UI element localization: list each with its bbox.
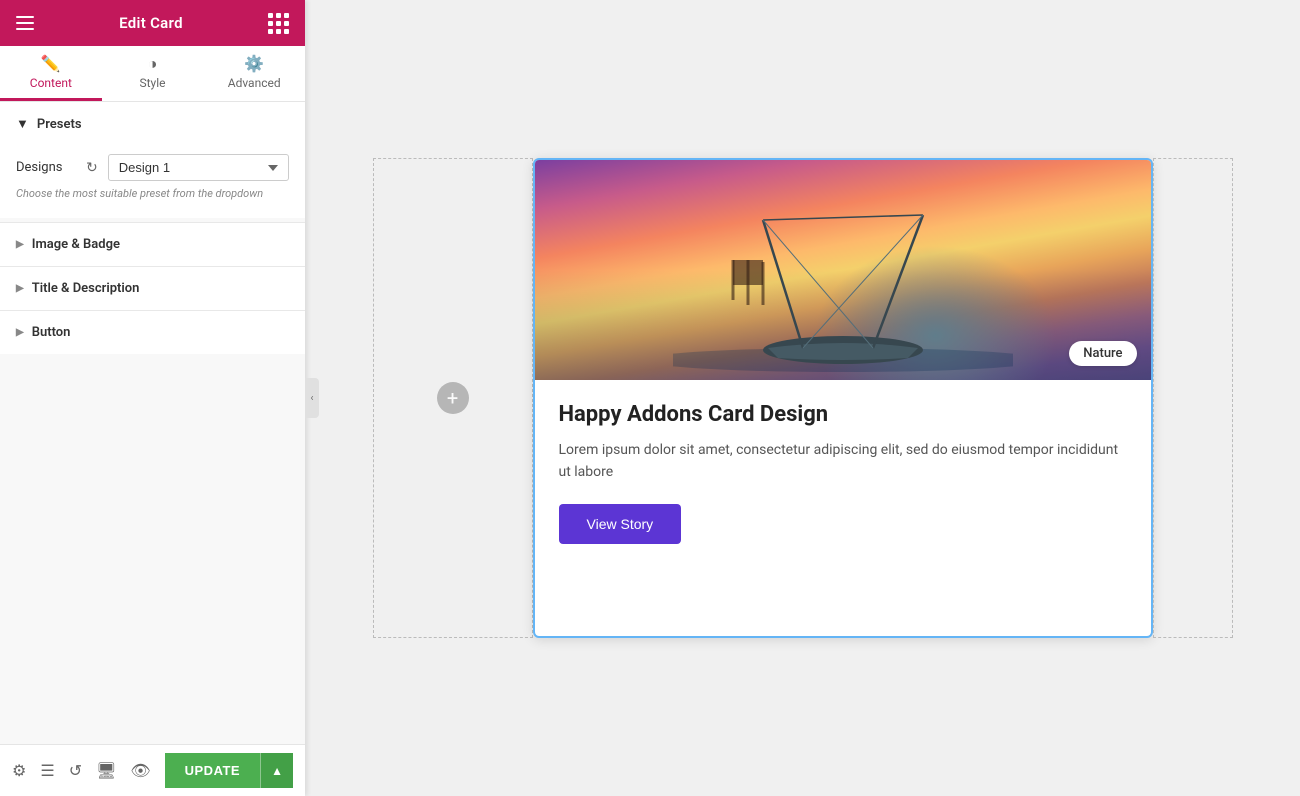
style-icon: ◑ bbox=[148, 56, 158, 72]
card-widget: Nature Happy Addons Card Design Lorem ip… bbox=[533, 158, 1153, 638]
grid-icon[interactable] bbox=[268, 13, 289, 34]
card-badge: Nature bbox=[1069, 341, 1136, 366]
title-description-label: Title & Description bbox=[32, 281, 140, 296]
button-section-label: Button bbox=[32, 325, 71, 340]
panel-body: ▼ Presets Designs ↻ Design 1 Design 2 De… bbox=[0, 102, 305, 744]
designs-label: Designs bbox=[16, 160, 76, 175]
boat-svg bbox=[673, 200, 1013, 380]
presets-section: ▼ Presets Designs ↻ Design 1 Design 2 De… bbox=[0, 102, 305, 218]
designs-hint: Choose the most suitable preset from the… bbox=[0, 185, 305, 210]
tab-style-label: Style bbox=[140, 76, 166, 90]
arrow-icon-2: ▶ bbox=[16, 283, 24, 294]
main-canvas: + bbox=[305, 0, 1300, 796]
card-view-button[interactable]: View Story bbox=[559, 504, 682, 544]
card-image-wrap: Nature bbox=[535, 160, 1151, 380]
chevron-icon: ▼ bbox=[16, 116, 29, 132]
left-panel: Edit Card ✏️ Content ◑ Style ⚙️ Advanced… bbox=[0, 0, 305, 796]
update-btn-group: UPDATE ▲ bbox=[165, 753, 293, 788]
card-title: Happy Addons Card Design bbox=[559, 402, 1127, 427]
presets-header[interactable]: ▼ Presets bbox=[0, 102, 305, 146]
tab-style[interactable]: ◑ Style bbox=[102, 46, 204, 101]
arrow-icon: ▶ bbox=[16, 239, 24, 250]
image-badge-header[interactable]: ▶ Image & Badge bbox=[0, 223, 305, 266]
update-caret-button[interactable]: ▲ bbox=[260, 753, 293, 788]
title-description-header[interactable]: ▶ Title & Description bbox=[0, 267, 305, 310]
image-badge-label: Image & Badge bbox=[32, 237, 120, 252]
eye-icon[interactable]: 👁 bbox=[130, 761, 150, 780]
layers-icon[interactable]: ☰ bbox=[40, 761, 54, 780]
update-button[interactable]: UPDATE bbox=[165, 753, 260, 788]
panel-header: Edit Card bbox=[0, 0, 305, 46]
panel-title: Edit Card bbox=[119, 14, 183, 32]
menu-icon[interactable] bbox=[16, 16, 34, 30]
settings-icon[interactable]: ⚙ bbox=[12, 761, 26, 780]
card-body: Happy Addons Card Design Lorem ipsum dol… bbox=[535, 380, 1151, 636]
panel-footer: ⚙ ☰ ↺ 🖥 👁 UPDATE ▲ bbox=[0, 744, 305, 796]
tab-content[interactable]: ✏️ Content bbox=[0, 46, 102, 101]
footer-icons: ⚙ ☰ ↺ 🖥 👁 bbox=[12, 761, 151, 780]
designs-select[interactable]: Design 1 Design 2 Design 3 bbox=[108, 154, 289, 181]
collapse-handle[interactable]: ‹ bbox=[305, 378, 319, 418]
presets-label: Presets bbox=[37, 117, 82, 132]
button-section: ▶ Button bbox=[0, 310, 305, 354]
image-badge-section: ▶ Image & Badge bbox=[0, 222, 305, 266]
collapse-icon: ‹ bbox=[310, 393, 313, 404]
panel-tabs: ✏️ Content ◑ Style ⚙️ Advanced bbox=[0, 46, 305, 102]
designs-row: Designs ↻ Design 1 Design 2 Design 3 bbox=[0, 146, 305, 185]
tab-content-label: Content bbox=[30, 76, 72, 90]
refresh-icon[interactable]: ↻ bbox=[86, 160, 98, 176]
canvas-right-col bbox=[1153, 158, 1233, 638]
tab-advanced-label: Advanced bbox=[228, 76, 281, 90]
tab-advanced[interactable]: ⚙️ Advanced bbox=[203, 46, 305, 101]
history-icon[interactable]: ↺ bbox=[69, 761, 82, 780]
canvas-left-col: + bbox=[373, 158, 533, 638]
canvas-area: + bbox=[373, 158, 1233, 638]
button-header[interactable]: ▶ Button bbox=[0, 311, 305, 354]
card-description: Lorem ipsum dolor sit amet, consectetur … bbox=[559, 439, 1127, 484]
pencil-icon: ✏️ bbox=[41, 56, 61, 72]
card-image bbox=[535, 160, 1151, 380]
arrow-icon-3: ▶ bbox=[16, 327, 24, 338]
monitor-icon[interactable]: 🖥 bbox=[96, 761, 116, 780]
title-description-section: ▶ Title & Description bbox=[0, 266, 305, 310]
add-section-button[interactable]: + bbox=[437, 382, 469, 414]
gear-icon: ⚙️ bbox=[244, 56, 264, 72]
